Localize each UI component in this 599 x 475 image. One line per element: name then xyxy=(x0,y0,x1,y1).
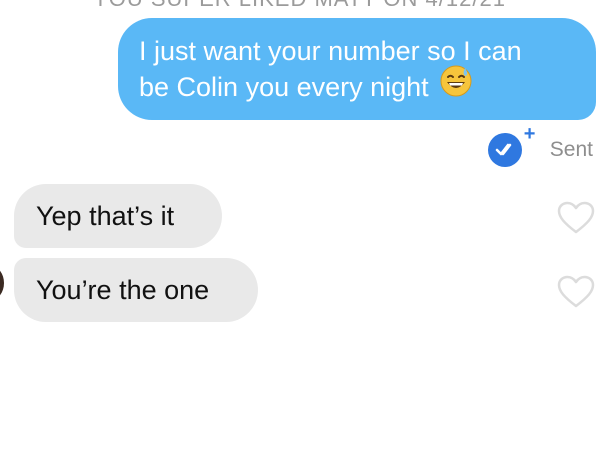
heart-outline-icon xyxy=(557,201,595,234)
outgoing-message-bubble[interactable]: I just want your number so I can be Coli… xyxy=(118,18,596,120)
chat-screen: YOU SUPER LIKED MATT ON 4/12/21 I just w… xyxy=(0,0,599,475)
read-receipt-badge: + xyxy=(487,123,535,167)
double-check-icon xyxy=(495,143,512,156)
message-text: Yep that’s it xyxy=(36,201,175,231)
message-text-line: I just want your number so I can xyxy=(139,36,522,66)
sent-status-label: Sent xyxy=(549,138,593,161)
match-date-label: YOU SUPER LIKED MATT ON 4/12/21 xyxy=(0,0,599,12)
message-text-line: be Colin you every night xyxy=(139,72,429,102)
grinning-face-with-sweat-icon xyxy=(440,65,472,106)
message-text: You’re the one xyxy=(36,275,210,305)
incoming-message-bubble[interactable]: You’re the one xyxy=(14,258,258,322)
avatar[interactable] xyxy=(0,266,4,300)
plus-icon: + xyxy=(523,123,536,145)
heart-outline-icon xyxy=(557,275,595,308)
incoming-message-bubble[interactable]: Yep that’s it xyxy=(14,184,222,248)
message-status: + Sent xyxy=(487,123,593,170)
like-message-button[interactable] xyxy=(556,274,596,310)
like-message-button[interactable] xyxy=(556,200,596,236)
